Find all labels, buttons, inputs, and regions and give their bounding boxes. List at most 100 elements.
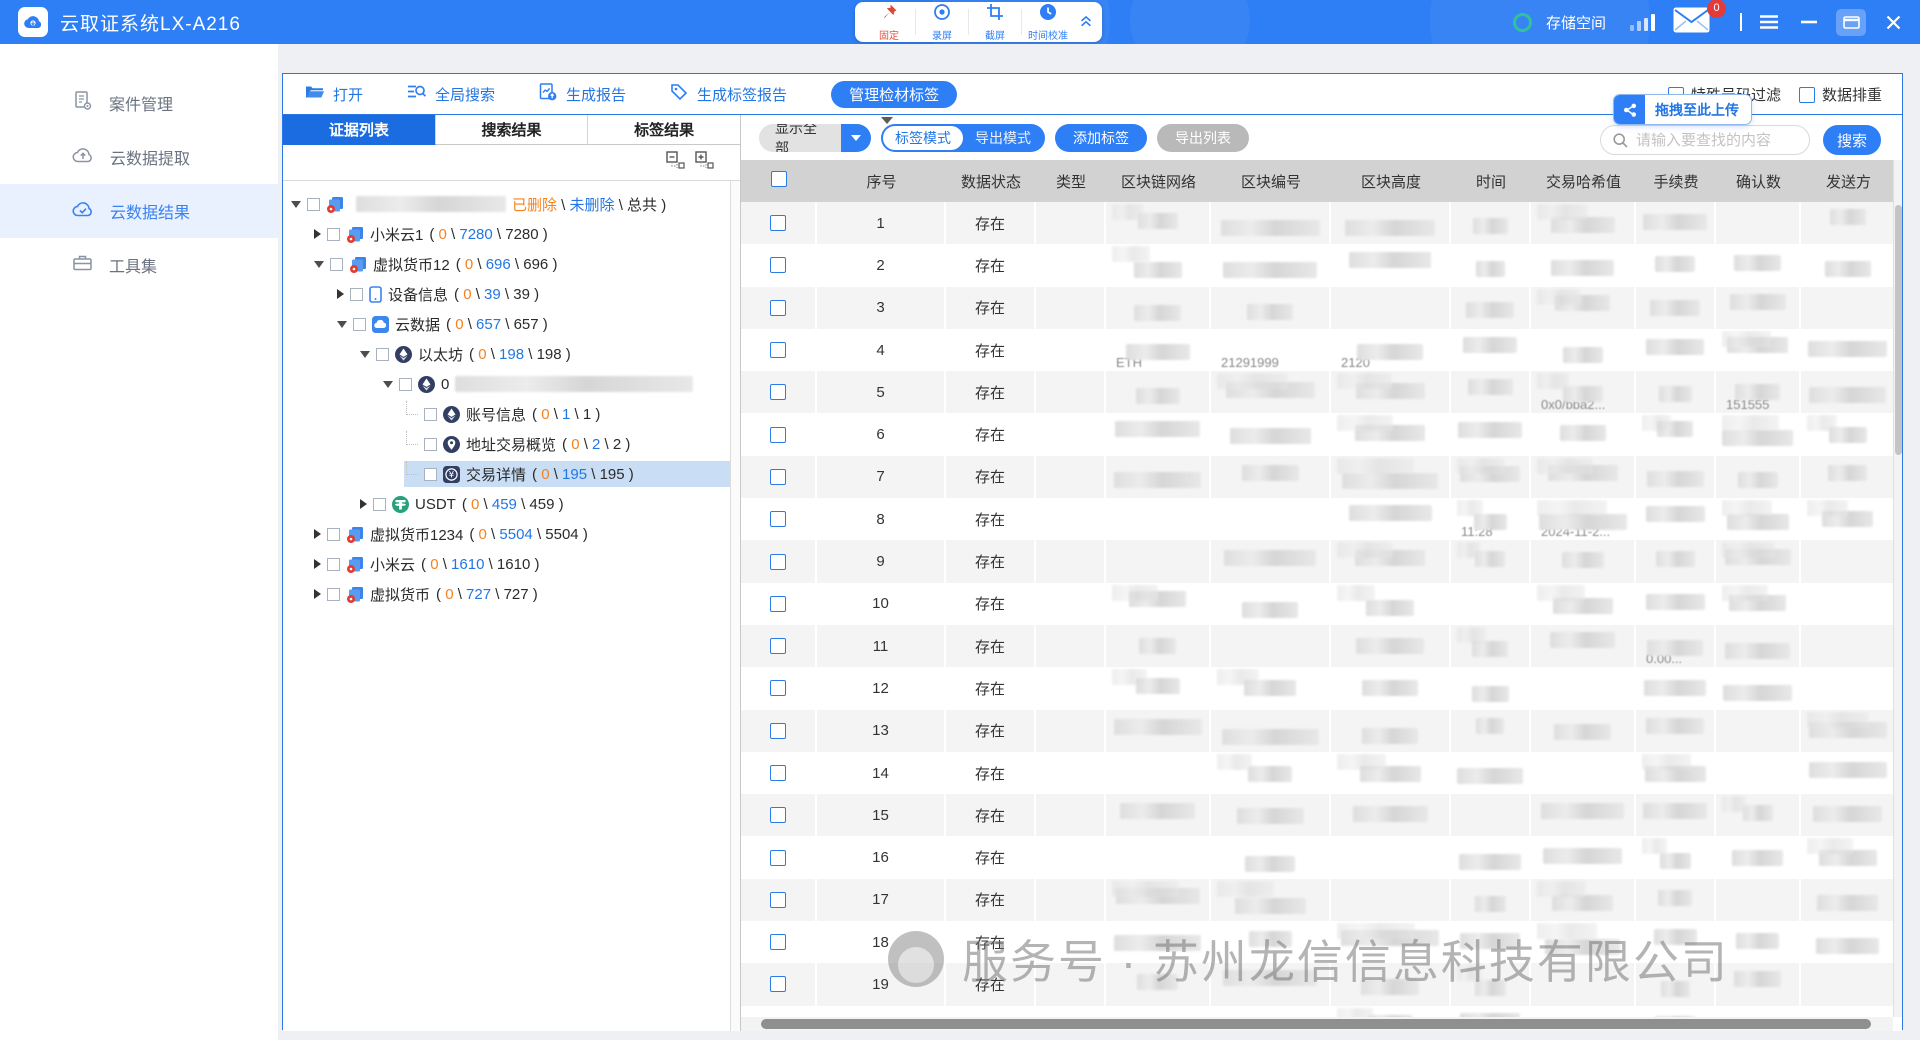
tree-expander-icon[interactable] xyxy=(383,381,393,388)
tree-expander-icon[interactable] xyxy=(291,201,301,208)
tree-checkbox[interactable] xyxy=(350,288,363,301)
tree-expander-icon[interactable] xyxy=(314,559,321,569)
row-checkbox[interactable] xyxy=(770,300,786,316)
tree-node[interactable]: 已删除 \ 未删除 \ 总共 ) xyxy=(283,189,731,219)
tree-checkbox[interactable] xyxy=(424,408,437,421)
tree-expander-icon[interactable] xyxy=(337,321,347,328)
row-checkbox[interactable] xyxy=(770,215,786,231)
maximize-button[interactable] xyxy=(1836,9,1866,36)
table-row[interactable]: 11存在0.00... xyxy=(741,625,1902,667)
global-search-button[interactable]: 全局搜索 xyxy=(407,84,495,105)
tree-node[interactable]: 以太坊( 0 \ 198 \ 198 ) xyxy=(283,339,731,369)
tree-node[interactable]: 小米云1( 0 \ 7280 \ 7280 ) xyxy=(283,219,731,249)
table-row[interactable]: 4存在ETH212919992120 xyxy=(741,329,1902,371)
table-row[interactable]: 15存在 xyxy=(741,794,1902,836)
export-mode-option[interactable]: 导出模式 xyxy=(963,128,1043,148)
table-row[interactable]: 10存在 xyxy=(741,583,1902,625)
collapse-all-icon[interactable] xyxy=(666,151,685,175)
open-button[interactable]: 打开 xyxy=(305,84,363,105)
row-checkbox[interactable] xyxy=(770,511,786,527)
horizontal-scrollbar[interactable] xyxy=(741,1017,1893,1031)
tree-node[interactable]: 云数据( 0 \ 657 \ 657 ) xyxy=(283,309,731,339)
gen-tag-report-button[interactable]: 生成标签报告 xyxy=(670,83,787,106)
tree-expander-icon[interactable] xyxy=(314,529,321,539)
row-checkbox[interactable] xyxy=(770,384,786,400)
menu-button[interactable] xyxy=(1756,9,1782,35)
add-tag-button[interactable]: 添加标签 xyxy=(1055,124,1147,152)
row-checkbox[interactable] xyxy=(770,680,786,696)
clock-tool-button[interactable]: 时间校准 xyxy=(1022,3,1074,42)
table-row[interactable]: 5存在0x0/bba2...151555 xyxy=(741,371,1902,413)
table-row[interactable]: 19存在 xyxy=(741,963,1902,1005)
row-checkbox[interactable] xyxy=(770,596,786,612)
row-checkbox[interactable] xyxy=(770,765,786,781)
row-checkbox[interactable] xyxy=(770,554,786,570)
expand-all-icon[interactable] xyxy=(695,151,714,175)
row-checkbox[interactable] xyxy=(770,976,786,992)
sidebar-item-toolset[interactable]: 工具集 xyxy=(0,238,278,292)
show-all-dropdown[interactable]: 显示全部 xyxy=(759,124,871,152)
row-checkbox[interactable] xyxy=(770,850,786,866)
tree-node[interactable]: 地址交易概览( 0 \ 2 \ 2 ) xyxy=(283,429,731,459)
row-checkbox[interactable] xyxy=(770,723,786,739)
tree-checkbox[interactable] xyxy=(373,498,386,511)
tree-tab-1[interactable]: 搜索结果 xyxy=(436,115,589,145)
tree-expander-icon[interactable] xyxy=(314,589,321,599)
tree-checkbox[interactable] xyxy=(376,348,389,361)
row-checkbox[interactable] xyxy=(770,342,786,358)
table-row[interactable]: 8存在11:282024-11-2... xyxy=(741,498,1902,540)
mail-button[interactable]: 0 xyxy=(1673,7,1710,38)
row-checkbox[interactable] xyxy=(770,427,786,443)
table-row[interactable]: 2存在 xyxy=(741,244,1902,286)
tree-checkbox[interactable] xyxy=(424,468,437,481)
table-row[interactable]: 13存在 xyxy=(741,710,1902,752)
table-row[interactable]: 1存在 xyxy=(741,202,1902,244)
tree-expander-icon[interactable] xyxy=(337,289,344,299)
table-row[interactable]: 9存在 xyxy=(741,540,1902,582)
table-row[interactable]: 16存在 xyxy=(741,836,1902,878)
tree-expander-icon[interactable] xyxy=(360,351,370,358)
tree-node[interactable]: 账号信息( 0 \ 1 \ 1 ) xyxy=(283,399,731,429)
tree-checkbox[interactable] xyxy=(399,378,412,391)
table-row[interactable]: 7存在 xyxy=(741,456,1902,498)
row-checkbox[interactable] xyxy=(770,638,786,654)
tree-node[interactable]: 虚拟货币1234( 0 \ 5504 \ 5504 ) xyxy=(283,519,731,549)
tree-checkbox[interactable] xyxy=(424,438,437,451)
tree-expander-icon[interactable] xyxy=(360,499,367,509)
vertical-scrollbar[interactable] xyxy=(1893,160,1902,1017)
checkbox-icon[interactable] xyxy=(1799,87,1815,103)
search-button[interactable]: 搜索 xyxy=(1823,125,1881,155)
pin-tool-button[interactable]: 固定 xyxy=(863,3,915,42)
tree-node[interactable]: 0 xyxy=(283,369,731,399)
tree-node[interactable]: 虚拟货币( 0 \ 727 \ 727 ) xyxy=(283,579,731,609)
tree-scrollbar[interactable] xyxy=(730,181,740,1031)
tree-checkbox[interactable] xyxy=(327,588,340,601)
tree-checkbox[interactable] xyxy=(327,228,340,241)
table-row[interactable]: 3存在 xyxy=(741,287,1902,329)
table-row[interactable]: 12存在 xyxy=(741,667,1902,709)
drag-upload-dropzone[interactable]: 拖拽至此上传 xyxy=(1613,94,1752,125)
tag-mode-option[interactable]: 标签模式 xyxy=(883,126,963,150)
row-checkbox[interactable] xyxy=(770,257,786,273)
tree-checkbox[interactable] xyxy=(307,198,320,211)
tree-expander-icon[interactable] xyxy=(314,229,321,239)
table-row[interactable]: 14存在 xyxy=(741,752,1902,794)
palette-collapse-icon[interactable] xyxy=(1078,12,1094,33)
tree-checkbox[interactable] xyxy=(353,318,366,331)
close-button[interactable] xyxy=(1880,9,1906,35)
record-tool-button[interactable]: 录屏 xyxy=(916,3,968,42)
sidebar-item-cloud-extract[interactable]: 云数据提取 xyxy=(0,130,278,184)
table-row[interactable]: 6存在 xyxy=(741,413,1902,455)
gen-report-button[interactable]: 生成报告 xyxy=(539,83,626,106)
minimize-button[interactable] xyxy=(1796,9,1822,35)
tree-node[interactable]: 小米云( 0 \ 1610 \ 1610 ) xyxy=(283,549,731,579)
tree-node[interactable]: USDT( 0 \ 459 \ 459 ) xyxy=(283,489,731,519)
tree-checkbox[interactable] xyxy=(327,558,340,571)
tree-node[interactable]: ¥交易详情( 0 \ 195 \ 195 ) xyxy=(283,459,731,489)
tree-tab-2[interactable]: 标签结果 xyxy=(588,115,740,145)
row-checkbox[interactable] xyxy=(770,807,786,823)
table-row[interactable]: 17存在 xyxy=(741,879,1902,921)
mode-toggle[interactable]: 标签模式 导出模式 xyxy=(881,124,1045,152)
search-input[interactable] xyxy=(1636,132,1796,149)
sidebar-item-cloud-result[interactable]: 云数据结果 xyxy=(0,184,278,238)
